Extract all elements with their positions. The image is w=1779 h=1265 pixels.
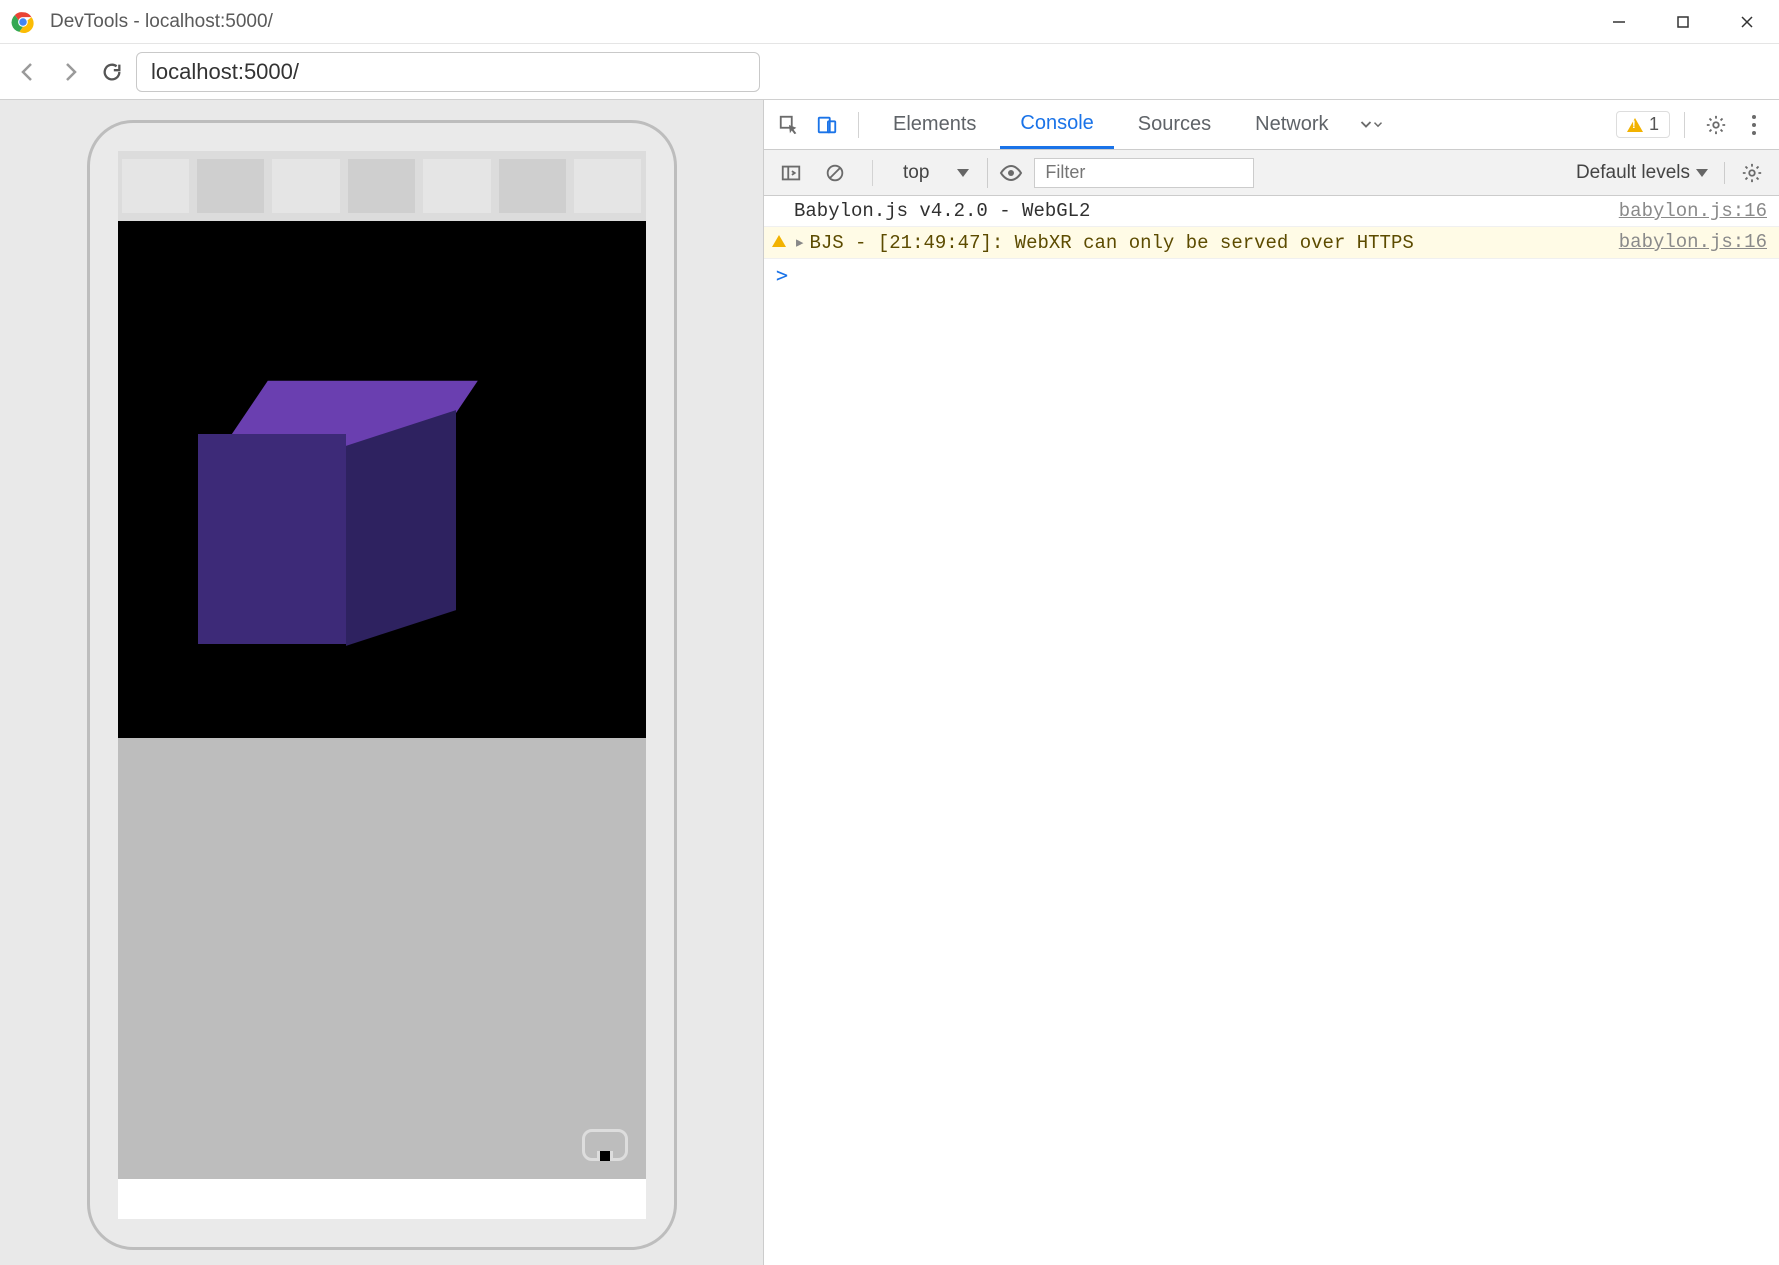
window-maximize-button[interactable] bbox=[1651, 0, 1715, 43]
tab-console[interactable]: Console bbox=[1000, 100, 1113, 149]
chevron-down-icon bbox=[1696, 169, 1708, 177]
reload-button[interactable] bbox=[94, 54, 130, 90]
webgl-canvas[interactable] bbox=[118, 221, 646, 1179]
address-url: localhost:5000/ bbox=[151, 59, 299, 85]
more-tabs-icon[interactable] bbox=[1353, 108, 1387, 142]
inspect-element-icon[interactable] bbox=[772, 108, 806, 142]
warnings-badge[interactable]: 1 bbox=[1616, 111, 1670, 138]
browser-toolbar: localhost:5000/ bbox=[0, 44, 1779, 100]
scene-cube bbox=[198, 416, 408, 626]
tab-network[interactable]: Network bbox=[1235, 100, 1348, 149]
log-levels-select[interactable]: Default levels bbox=[1576, 162, 1725, 184]
back-button[interactable] bbox=[10, 54, 46, 90]
live-expression-icon[interactable] bbox=[998, 160, 1024, 186]
warning-triangle-icon bbox=[1627, 118, 1643, 132]
console-prompt[interactable]: > bbox=[764, 259, 1779, 291]
preview-top-strip bbox=[118, 151, 646, 221]
console-source-link[interactable]: babylon.js:16 bbox=[1619, 200, 1767, 222]
devtools-panel: Elements Console Sources Network 1 top bbox=[763, 100, 1779, 1265]
window-titlebar: DevTools - localhost:5000/ bbox=[0, 0, 1779, 44]
devtools-tabs: Elements Console Sources Network 1 bbox=[764, 100, 1779, 150]
window-controls bbox=[1587, 0, 1779, 43]
device-preview-pane bbox=[0, 100, 763, 1265]
window-title: DevTools - localhost:5000/ bbox=[50, 11, 1587, 33]
console-warning-row[interactable]: ▸BJS - [21:49:47]: WebXR can only be ser… bbox=[764, 227, 1779, 259]
chrome-logo-icon bbox=[10, 9, 36, 35]
console-toolbar: top Default levels bbox=[764, 150, 1779, 196]
window-minimize-button[interactable] bbox=[1587, 0, 1651, 43]
forward-button[interactable] bbox=[52, 54, 88, 90]
console-sidebar-toggle-icon[interactable] bbox=[774, 156, 808, 190]
expand-caret-icon[interactable]: ▸ bbox=[794, 232, 805, 254]
console-context-value: top bbox=[903, 162, 929, 184]
device-frame bbox=[87, 120, 677, 1250]
chevron-down-icon bbox=[957, 169, 969, 177]
console-message: ▸BJS - [21:49:47]: WebXR can only be ser… bbox=[794, 231, 1619, 254]
toggle-device-icon[interactable] bbox=[810, 108, 844, 142]
scene-floor bbox=[118, 738, 646, 1179]
console-filter-input[interactable] bbox=[1034, 158, 1254, 188]
console-context-select[interactable]: top bbox=[893, 158, 988, 188]
vr-headset-icon[interactable] bbox=[582, 1129, 628, 1161]
console-log-row[interactable]: Babylon.js v4.2.0 - WebGL2 babylon.js:16 bbox=[764, 196, 1779, 227]
tab-sources[interactable]: Sources bbox=[1118, 100, 1231, 149]
tab-elements[interactable]: Elements bbox=[873, 100, 996, 149]
console-message: Babylon.js v4.2.0 - WebGL2 bbox=[794, 200, 1619, 222]
devtools-settings-icon[interactable] bbox=[1699, 108, 1733, 142]
preview-bottom-strip bbox=[118, 1179, 646, 1219]
warnings-count: 1 bbox=[1649, 114, 1659, 135]
console-source-link[interactable]: babylon.js:16 bbox=[1619, 231, 1767, 254]
address-bar[interactable]: localhost:5000/ bbox=[136, 52, 760, 92]
devtools-menu-icon[interactable] bbox=[1737, 108, 1771, 142]
console-settings-icon[interactable] bbox=[1735, 156, 1769, 190]
window-close-button[interactable] bbox=[1715, 0, 1779, 43]
console-output[interactable]: Babylon.js v4.2.0 - WebGL2 babylon.js:16… bbox=[764, 196, 1779, 1265]
device-screen[interactable] bbox=[118, 151, 646, 1219]
log-levels-label: Default levels bbox=[1576, 162, 1690, 184]
clear-console-icon[interactable] bbox=[818, 156, 852, 190]
